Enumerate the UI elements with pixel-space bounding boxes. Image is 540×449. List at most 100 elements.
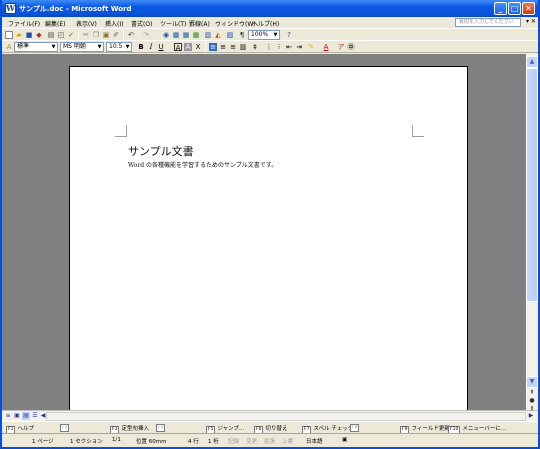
normal-view-icon[interactable]: ≡: [4, 412, 12, 420]
status-column: 1 桁: [208, 439, 219, 445]
scroll-down-arrow-icon[interactable]: ▼: [526, 376, 538, 388]
maximize-button[interactable]: □: [508, 2, 521, 15]
italic-button[interactable]: I: [147, 43, 155, 51]
redo-icon[interactable]: ↷: [142, 31, 150, 39]
align-right-icon[interactable]: ≡: [229, 43, 237, 51]
bullets-icon[interactable]: ⁝: [275, 43, 283, 51]
insert-excel-icon[interactable]: ▦: [192, 31, 200, 39]
menu-format[interactable]: 書式(O): [131, 19, 152, 28]
hyperlink-icon[interactable]: ◉: [162, 31, 170, 39]
status-line: 4 行: [188, 439, 199, 445]
increase-indent-icon[interactable]: ⇥: [295, 43, 303, 51]
insert-table-icon[interactable]: ▦: [182, 31, 190, 39]
chevron-down-icon[interactable]: ▼: [272, 31, 279, 39]
align-justify-icon[interactable]: ≡: [209, 43, 217, 51]
spelling-icon[interactable]: ✓: [67, 31, 75, 39]
standard-toolbar: ▰ ■ ◆ ▤ ◰ ✓ ✂ ❐ ▣ ✐ ↶ ↷ ◉ ▦ ▦ ▦ ▥ ◭ ▨ ¶ …: [2, 28, 538, 40]
format-painter-icon[interactable]: ✐: [112, 31, 120, 39]
menu-insert[interactable]: 挿入(I): [105, 19, 123, 28]
cut-icon[interactable]: ✂: [82, 31, 90, 39]
word-app-icon[interactable]: W: [5, 3, 16, 14]
title-bar: W サンプル.doc - Microsoft Word _ □ ✕: [2, 0, 538, 17]
chevron-down-icon[interactable]: ▼: [50, 43, 57, 51]
scroll-up-arrow-icon[interactable]: ▲: [526, 56, 538, 68]
numbering-icon[interactable]: ⋮: [265, 43, 273, 51]
show-hide-icon[interactable]: ¶: [238, 31, 246, 39]
spelling-status-icon[interactable]: ▣: [342, 437, 347, 443]
fkey-label: 切り替え: [265, 426, 288, 432]
print-preview-icon[interactable]: ◰: [57, 31, 65, 39]
chevron-down-icon[interactable]: ▼: [124, 43, 131, 51]
menu-edit[interactable]: 編集(E): [45, 19, 65, 28]
bold-button[interactable]: B: [137, 43, 145, 51]
char-shading-icon[interactable]: A: [184, 43, 192, 51]
web-layout-icon[interactable]: ▣: [13, 412, 21, 420]
ask-question-input[interactable]: 質問を入力してください: [455, 18, 521, 27]
fkey-label: フィールド更新: [411, 426, 450, 432]
status-rec[interactable]: 記録: [228, 437, 239, 445]
menu-table[interactable]: 罫線(A): [189, 19, 210, 28]
font-combo[interactable]: MS 明朝 ▼: [60, 42, 104, 52]
document-body-text[interactable]: Word の各種機能を学習するためのサンプル文書です。: [128, 160, 277, 169]
paste-icon[interactable]: ▣: [102, 31, 110, 39]
scroll-right-arrow-icon[interactable]: ▶: [527, 412, 535, 420]
copy-icon[interactable]: ❐: [92, 31, 100, 39]
align-center-icon[interactable]: ≡: [219, 43, 227, 51]
distribute-icon[interactable]: ▥: [239, 43, 247, 51]
horizontal-scroll-track[interactable]: [46, 412, 526, 421]
print-layout-icon[interactable]: ▤: [22, 412, 30, 420]
minimize-button[interactable]: _: [494, 2, 507, 15]
tables-borders-icon[interactable]: ▦: [172, 31, 180, 39]
font-size-combo[interactable]: 10.5 ▼: [106, 42, 132, 52]
vertical-scrollbar[interactable]: ▲ ▼ ⇞ ● ⇟: [526, 54, 538, 412]
document-page[interactable]: サンプル文書 Word の各種機能を学習するためのサンプル文書です。: [69, 66, 468, 411]
close-button[interactable]: ✕: [522, 2, 535, 15]
status-page-of: 1/1: [112, 437, 121, 443]
new-icon[interactable]: [5, 31, 13, 39]
zoom-value: 100%: [251, 31, 269, 38]
window-title: サンプル.doc - Microsoft Word: [19, 5, 132, 13]
menu-help[interactable]: ヘルプ(H): [252, 19, 279, 28]
fkey-f8: F8: [350, 424, 361, 432]
print-icon[interactable]: ▤: [47, 31, 55, 39]
decrease-indent-icon[interactable]: ⇤: [285, 43, 293, 51]
underline-button[interactable]: U: [157, 43, 165, 51]
status-trk[interactable]: 変更: [246, 437, 257, 445]
line-spacing-icon[interactable]: ‡: [251, 43, 259, 51]
crop-mark: [412, 125, 424, 137]
phonetic-guide-icon[interactable]: ア: [337, 43, 345, 51]
open-icon[interactable]: ▰: [15, 31, 23, 39]
menu-file[interactable]: ファイル(F): [8, 19, 40, 28]
undo-icon[interactable]: ↶: [127, 31, 135, 39]
status-ovr[interactable]: 上書: [282, 437, 293, 445]
highlight-icon[interactable]: ✎: [307, 43, 315, 51]
status-section: 1 セクション: [70, 439, 103, 445]
char-scale-icon[interactable]: X: [194, 43, 202, 51]
help-icon[interactable]: ?: [285, 31, 293, 39]
columns-icon[interactable]: ▥: [204, 31, 212, 39]
menu-window[interactable]: ウィンドウ(W): [215, 19, 256, 28]
menu-tools[interactable]: ツール(T): [160, 19, 186, 28]
font-color-icon[interactable]: A: [322, 43, 330, 51]
status-position: 位置 60mm: [136, 439, 167, 445]
close-document-button[interactable]: ▾ ✕: [526, 18, 536, 25]
document-title[interactable]: サンプル文書: [128, 143, 194, 159]
zoom-combo[interactable]: 100% ▼: [248, 30, 280, 40]
save-icon[interactable]: ■: [25, 31, 33, 39]
fkey-label: メニューバーに...: [462, 426, 507, 432]
status-ext[interactable]: 拡張: [264, 437, 275, 445]
outline-view-icon[interactable]: ☰: [31, 412, 39, 420]
drawing-icon[interactable]: ◭: [214, 31, 222, 39]
chevron-down-icon[interactable]: ▼: [96, 43, 103, 51]
styles-pane-icon[interactable]: A: [5, 43, 13, 51]
horizontal-scrollbar[interactable]: ≡ ▣ ▤ ☰ ◀ ▶: [2, 410, 538, 421]
style-combo[interactable]: 標準 ▼: [14, 42, 58, 52]
char-border-icon[interactable]: A: [174, 43, 182, 52]
status-page: 1 ページ: [32, 439, 54, 445]
document-map-icon[interactable]: ▨: [226, 31, 234, 39]
enclose-char-icon[interactable]: ㊥: [347, 43, 355, 51]
permission-icon[interactable]: ◆: [35, 31, 43, 39]
menu-view[interactable]: 表示(V): [76, 19, 97, 28]
scroll-thumb[interactable]: [526, 68, 538, 302]
function-key-bar: F1 ヘルプ F2 F3 定型句挿入 F4 F5 ジャンプ... F6 切り替え F7 ス…: [2, 421, 538, 434]
